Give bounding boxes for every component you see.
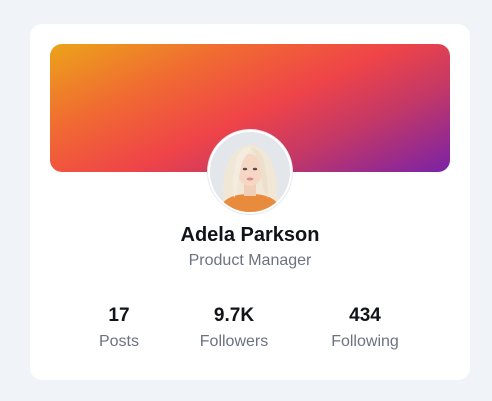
stat-label: Posts [98,333,139,350]
stat-value: 9.7K [213,305,255,326]
stat-value: 434 [349,305,381,326]
profile-role: Product Manager [188,252,312,269]
stat-label: Followers [199,333,269,350]
stat-label: Following [331,333,399,350]
stat-followers: 9.7K Followers [184,305,284,352]
stat-following: 434 Following [315,305,415,352]
stat-value: 17 [108,305,130,326]
avatar-photo [210,132,290,212]
profile-name: Adela Parkson [180,224,320,246]
avatar[interactable] [208,130,292,214]
stat-posts: 17 Posts [69,305,169,352]
profile-card: Adela Parkson Product Manager 17 Posts 9… [30,24,470,380]
